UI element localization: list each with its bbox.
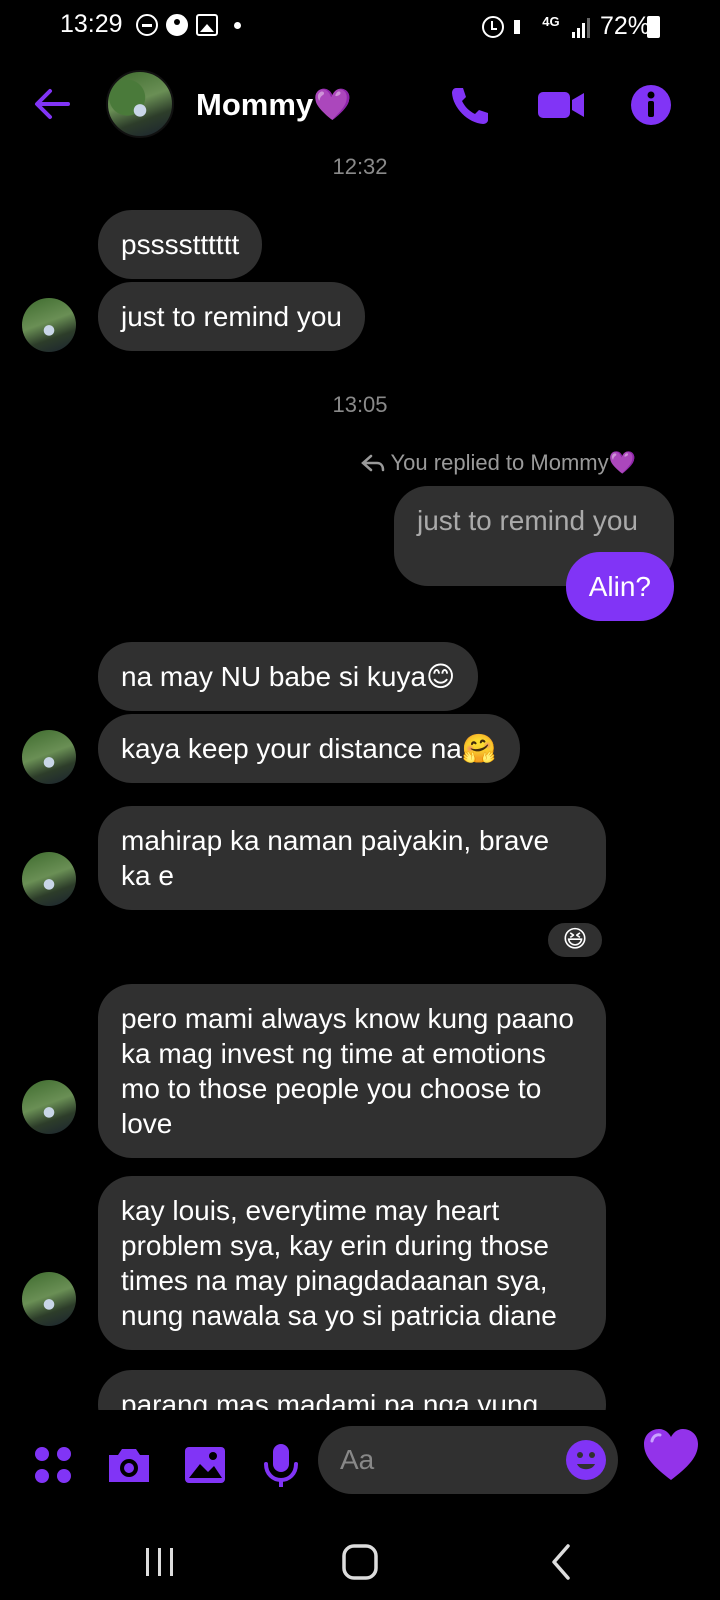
- back-nav-icon[interactable]: [540, 1540, 584, 1584]
- incoming-message[interactable]: psssstttttt: [98, 210, 263, 279]
- outgoing-message[interactable]: Alin?: [565, 552, 674, 621]
- incoming-message[interactable]: na may NU babe si kuya😊: [98, 642, 479, 711]
- incoming-message[interactable]: mahirap ka naman paiyakin, brave ka e: [98, 806, 606, 910]
- timestamp: 13:05: [332, 392, 388, 417]
- reply-indicator: You replied to Mommy💜: [360, 450, 636, 476]
- sender-avatar[interactable]: [22, 298, 76, 352]
- battery-icon: [647, 16, 660, 38]
- sender-avatar[interactable]: [22, 1272, 76, 1326]
- alarm-icon: [481, 15, 504, 38]
- home-icon[interactable]: [338, 1540, 382, 1584]
- incoming-message[interactable]: parang mas madami pa nga yung: [98, 1370, 606, 1410]
- apps-grid-icon[interactable]: [28, 1440, 78, 1490]
- incoming-message[interactable]: kay louis, everytime may heart problem s…: [98, 1176, 606, 1350]
- message-input[interactable]: Aa: [318, 1426, 618, 1494]
- heart-like-icon[interactable]: [640, 1424, 702, 1486]
- conversation-header: Mommy💜: [0, 60, 720, 150]
- timestamp: 12:32: [332, 154, 388, 179]
- emoji-icon[interactable]: [566, 1440, 606, 1480]
- back-arrow-icon[interactable]: [30, 82, 74, 126]
- gallery-notification-icon: [196, 14, 218, 36]
- recent-apps-icon[interactable]: [138, 1540, 182, 1584]
- system-navigation-bar: [0, 1520, 720, 1600]
- camera-icon[interactable]: [104, 1440, 154, 1490]
- video-call-icon[interactable]: [536, 80, 586, 130]
- contact-name[interactable]: Mommy💜: [196, 86, 352, 123]
- status-time: 13:29: [60, 10, 123, 38]
- status-bar: 13:29 4G 72%: [0, 0, 720, 52]
- message-input-placeholder: Aa: [340, 1444, 375, 1475]
- account-icon: [166, 14, 188, 36]
- reply-label: You replied to Mommy💜: [390, 450, 636, 475]
- message-composer: Aa: [0, 1410, 720, 1520]
- gallery-icon[interactable]: [180, 1440, 230, 1490]
- incoming-message[interactable]: kaya keep your distance na🤗: [98, 714, 520, 783]
- info-icon[interactable]: [626, 80, 676, 130]
- do-not-disturb-icon: [136, 14, 158, 36]
- network-type: 4G: [542, 13, 560, 29]
- sender-avatar[interactable]: [22, 1080, 76, 1134]
- message-thread[interactable]: 12:32 psssstttttt just to remind you 13:…: [0, 150, 720, 1410]
- notification-dot-icon: [234, 21, 241, 29]
- signal-icon: [571, 16, 590, 38]
- sender-avatar[interactable]: [22, 852, 76, 906]
- message-reaction[interactable]: 😆: [545, 920, 605, 960]
- phone-call-icon[interactable]: [446, 80, 496, 130]
- battery-percent: 72%: [599, 12, 650, 40]
- contact-avatar[interactable]: [106, 70, 174, 138]
- sender-avatar[interactable]: [22, 730, 76, 784]
- incoming-message[interactable]: just to remind you: [98, 282, 365, 351]
- incoming-message[interactable]: pero mami always know kung paano ka mag …: [98, 984, 606, 1158]
- quoted-text: just to remind you: [417, 505, 638, 536]
- reply-arrow-icon: [360, 454, 384, 472]
- microphone-icon[interactable]: [256, 1440, 306, 1490]
- mute-icon: [513, 19, 530, 34]
